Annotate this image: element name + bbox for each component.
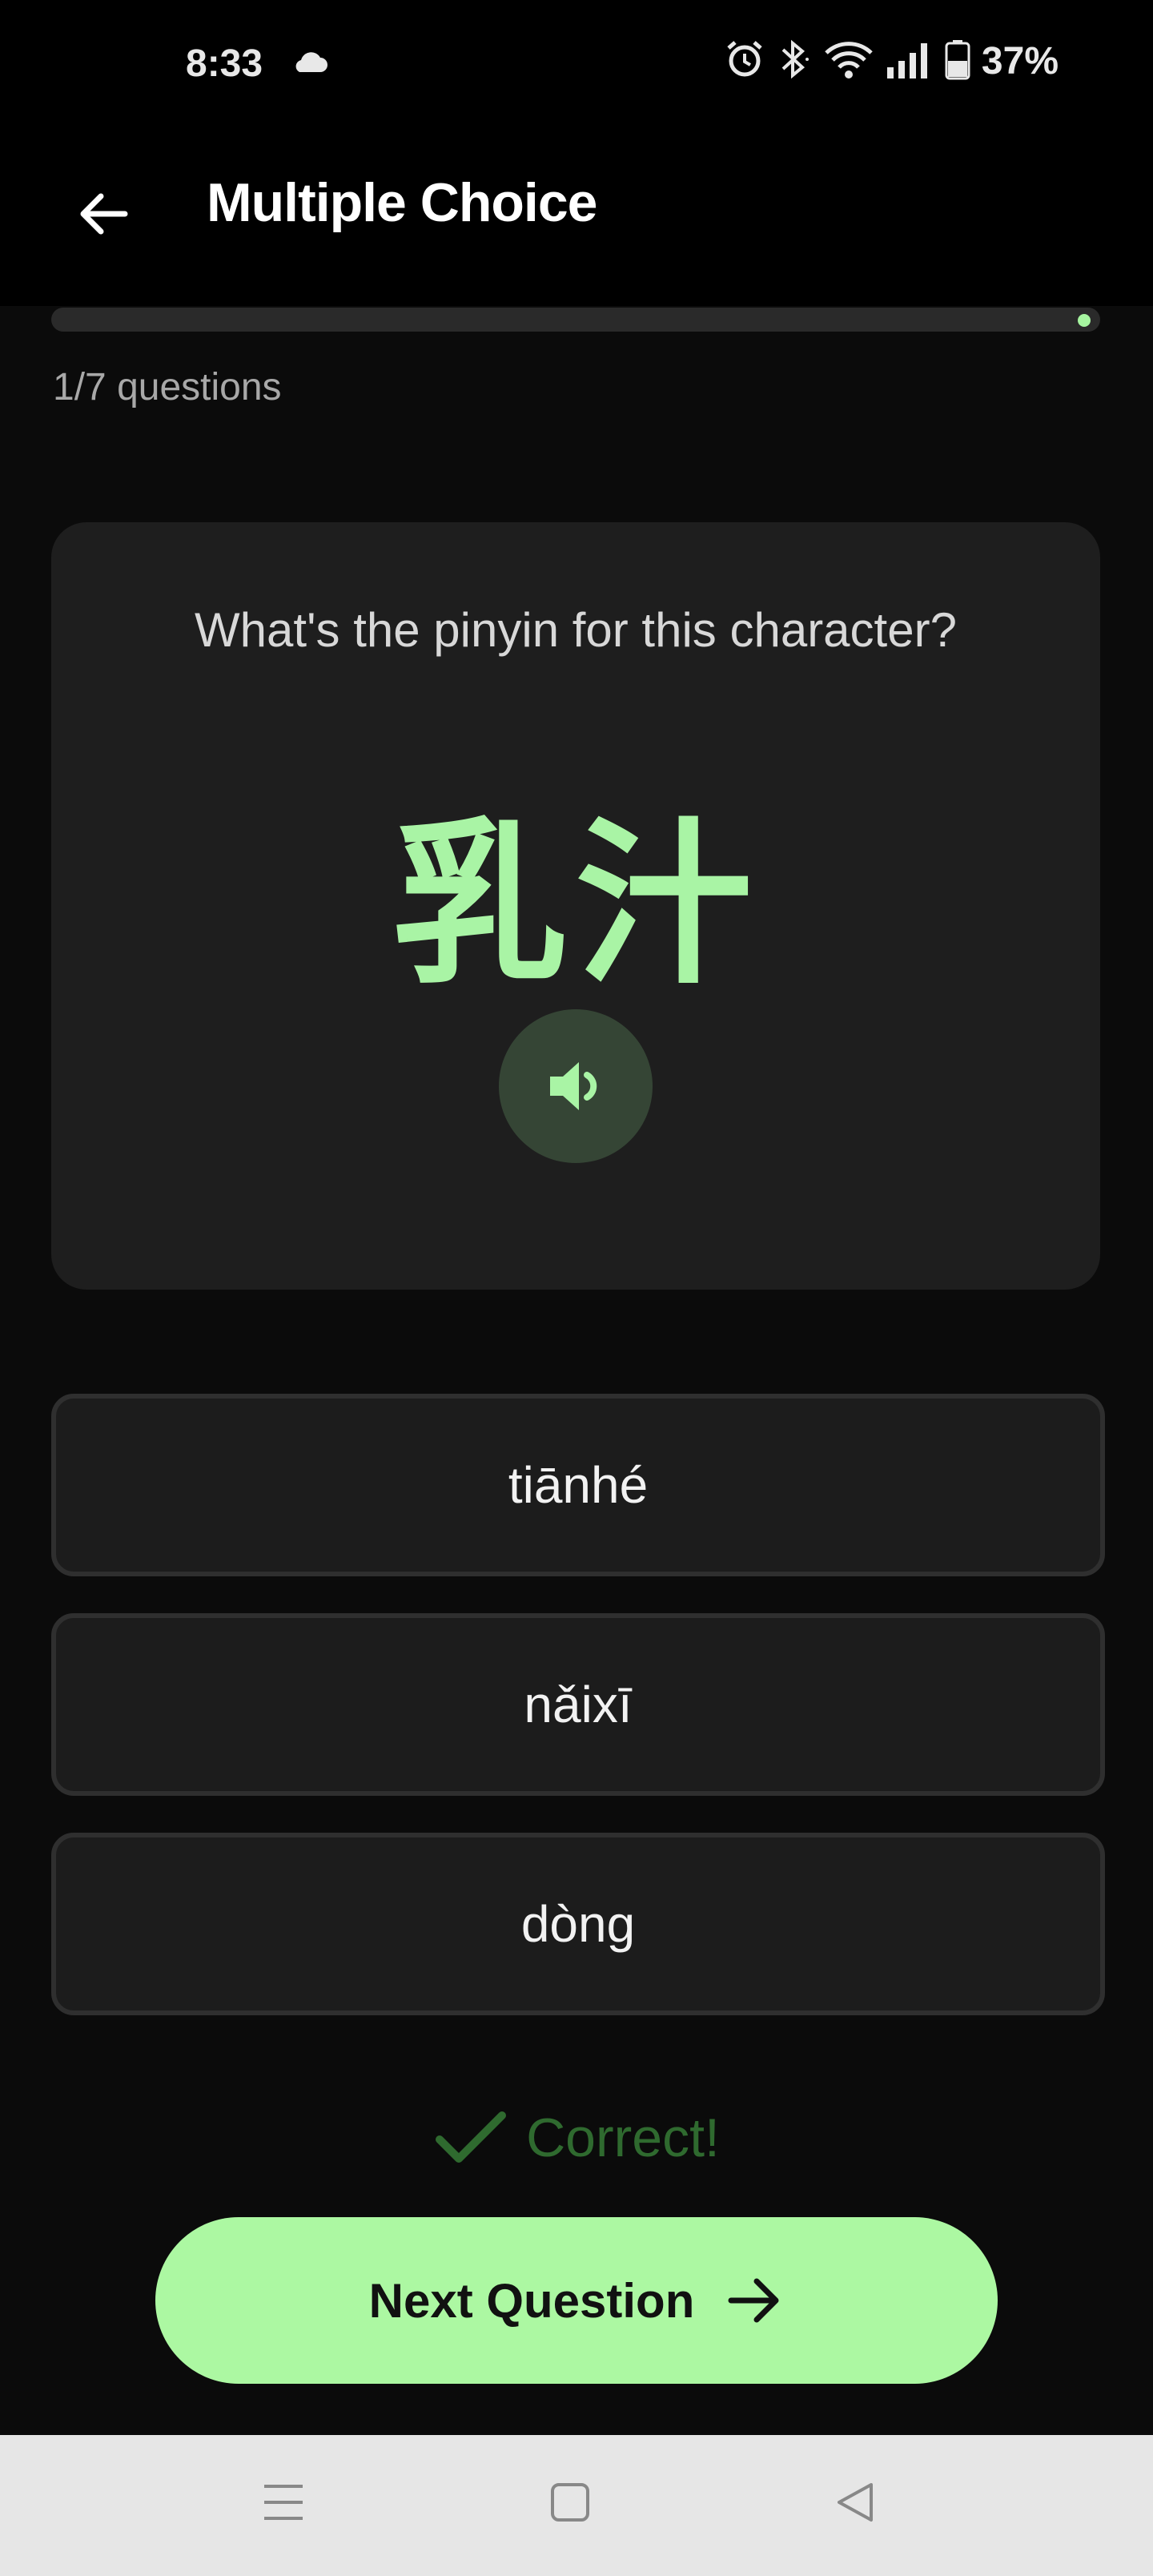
alarm-icon	[724, 38, 765, 84]
back-button[interactable]	[67, 178, 139, 250]
bluetooth-icon	[777, 38, 812, 84]
signal-icon	[886, 38, 934, 84]
next-question-button[interactable]: Next Question	[155, 2217, 998, 2384]
battery-percent: 37%	[981, 40, 1059, 83]
menu-icon[interactable]	[261, 2480, 306, 2529]
feedback-message: Correct!	[0, 2107, 1153, 2169]
status-time: 8:33	[186, 42, 263, 85]
back-icon[interactable]	[833, 2480, 878, 2529]
feedback-text: Correct!	[526, 2107, 720, 2168]
battery-icon	[945, 38, 970, 84]
next-question-label: Next Question	[368, 2273, 695, 2328]
play-audio-button[interactable]	[499, 1009, 653, 1163]
question-card: What's the pinyin for this character? 乳汁	[51, 522, 1100, 1290]
answer-option[interactable]: nǎixī	[51, 1613, 1105, 1796]
system-nav-bar	[0, 2435, 1153, 2576]
progress-bar	[51, 308, 1100, 332]
status-icons: 37%	[724, 38, 1059, 84]
status-bar: 8:33 37%	[0, 0, 1153, 136]
chinese-character: 乳汁	[391, 807, 760, 1004]
home-icon[interactable]	[549, 2481, 591, 2527]
arrow-right-icon	[728, 2278, 779, 2323]
check-icon	[436, 2111, 507, 2163]
question-prompt: What's the pinyin for this character?	[195, 603, 957, 657]
progress-indicator	[1078, 314, 1091, 327]
progress-label: 1/7 questions	[53, 366, 282, 409]
page-title: Multiple Choice	[207, 172, 597, 233]
arrow-left-icon	[80, 193, 128, 235]
wifi-icon	[823, 38, 874, 84]
answer-option[interactable]: dòng	[51, 1833, 1105, 2015]
speaker-icon	[550, 1062, 597, 1110]
app-bar: Multiple Choice	[0, 136, 1153, 306]
answer-option[interactable]: tiānhé	[51, 1394, 1105, 1576]
cloud-icon	[290, 50, 328, 78]
